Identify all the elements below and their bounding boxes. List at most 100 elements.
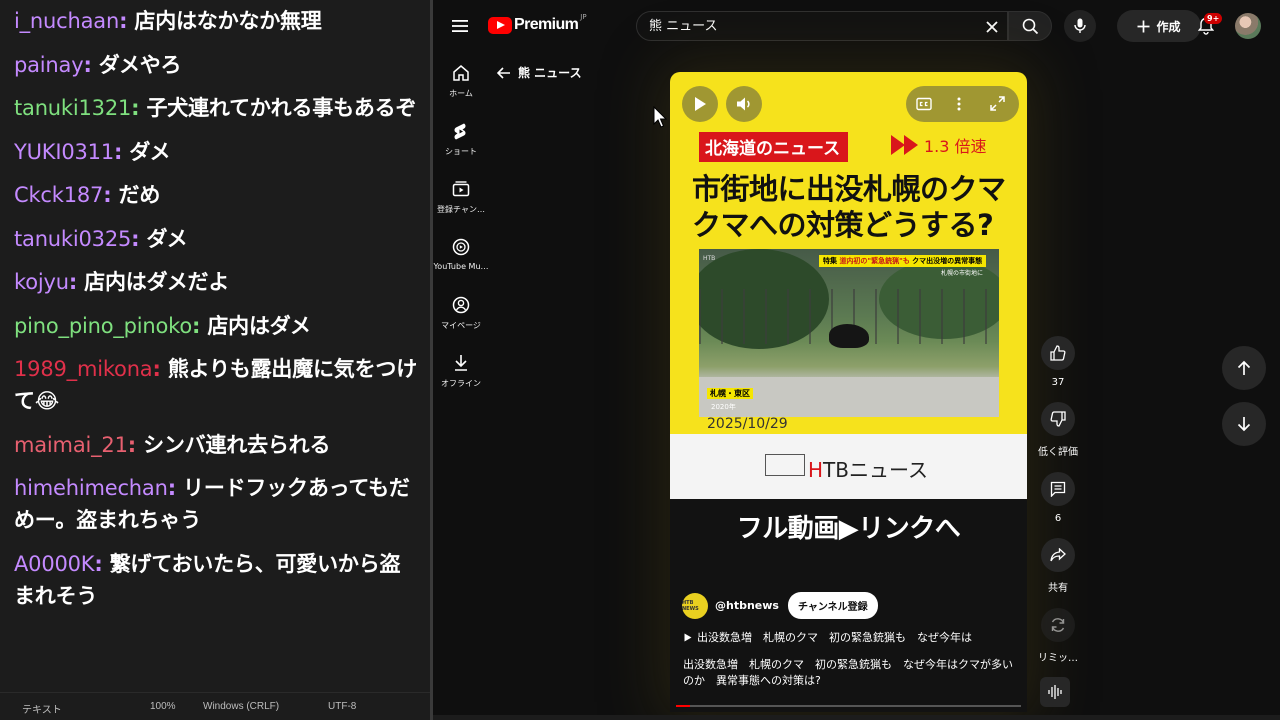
chat-text: ダメ [129,139,171,164]
full-video-overlay-title[interactable]: フル動画▶リンクへ [670,508,1027,545]
notification-count-badge: 9+ [1204,13,1223,24]
subscriptions-icon [452,181,470,197]
chat-username: maimai_21 [14,432,128,457]
more-options-button[interactable] [957,96,961,115]
back-label: 熊 ニュース [518,66,582,80]
channel-avatar[interactable]: HTB NEWS [682,592,708,619]
logo-region: JP [580,13,587,21]
youtube-premium-logo[interactable]: Premium JP [488,13,587,34]
search-input[interactable] [649,17,969,32]
captions-icon [916,97,932,111]
play-button[interactable] [682,86,718,122]
volume-button[interactable] [726,86,762,122]
back-to-search-link[interactable]: 熊 ニュース [497,64,582,81]
like-button[interactable]: 37 [1035,336,1081,388]
chat-username: kojyu [14,270,69,294]
chat-message: pino_pino_pinoko: 店内はダメ [14,310,419,342]
search-button[interactable] [1008,11,1052,41]
photo-caption-red: 道内初の"緊急銃猟"も [839,257,910,265]
chat-log-window: i_nuchaan: 店内はなかなか無理 painay: ダメやろ tanuki13… [0,0,432,720]
chat-username: painay [14,52,84,77]
notifications-button[interactable]: 9+ [1190,10,1223,42]
menu-button[interactable] [445,12,475,40]
subscribe-button[interactable]: チャンネル登録 [787,592,878,619]
close-icon [986,21,998,33]
status-encoding[interactable]: UTF-8 [328,701,356,712]
mouse-cursor-icon [653,106,667,128]
profile-icon [452,296,470,314]
chat-message: maimai_21: シンバ連れ去られる [14,429,419,461]
nav-label: ショート [445,147,477,156]
plus-icon [1137,20,1150,32]
fullscreen-button[interactable] [990,96,1005,115]
play-icon [695,97,706,111]
previous-short-button[interactable] [1222,346,1266,390]
player-settings-group [906,86,1019,122]
chat-message: himehimechan: リードフックあってもだめー。盗まれちゃう [14,472,419,536]
chat-text: 店内はダメ [207,313,311,338]
download-icon [455,355,467,371]
news-tag: 北海道のニュース [699,132,849,162]
mini-guide: ホーム ショート 登録チャン… YouTube Mu… マイページ オフライン [433,58,489,406]
youtube-window: Premium JP 作成 9+ ホーム ショート 登録チャン… [433,0,1280,715]
photo-location: 札幌・東区 [707,388,753,399]
related-video-link[interactable]: 出没数急増 札幌のクマ 初の緊急銃猟も なぜ今年は [684,629,972,645]
share-label: 共有 [1048,583,1068,594]
photo-caption-rest: クマ出没増の異常事態 [912,257,983,265]
chat-username: pino_pino_pinoko [14,313,193,338]
short-video-player[interactable]: 北海道のニュース 1.3 倍速 市街地に出没札幌のクマ クマへの対策どうする? … [670,72,1027,712]
chat-message: kojyu: 店内はダメだよ [14,266,419,298]
remix-circle [1041,608,1075,642]
progress-bar[interactable] [676,705,1021,707]
chat-message: painay: ダメやろ [14,49,419,81]
voice-search-button[interactable] [1064,10,1096,42]
share-button[interactable]: 共有 [1035,538,1081,594]
comments-circle [1041,472,1075,506]
status-mode: テキスト [22,705,62,716]
captions-button[interactable] [916,96,932,115]
chat-message: tanuki1321: 子犬連れてかれる事もあるぞ [14,92,419,124]
chat-separator: : [152,357,161,381]
chat-separator: : [192,313,201,338]
like-count: 37 [1051,377,1065,388]
comments-button[interactable]: 6 [1035,472,1081,524]
status-line-ending[interactable]: Windows (CRLF) [203,701,279,712]
action-rail: 37 低く評価 6 共有 リミッ… [1035,336,1081,678]
arrow-up-icon [1237,360,1251,375]
clear-search-button[interactable] [981,16,1003,38]
next-short-button[interactable] [1222,402,1266,446]
chat-text: シンバ連れ去られる [143,432,331,457]
nav-item-shorts[interactable]: ショート [433,116,489,174]
nav-item-subscriptions[interactable]: 登録チャン… [433,174,489,232]
chat-message-list: i_nuchaan: 店内はなかなか無理 painay: ダメやろ tanuki13… [0,0,432,623]
nav-label: オフライン [441,379,481,388]
sound-button[interactable] [1040,677,1070,707]
chat-username: i_nuchaan [14,9,120,33]
share-icon [1050,548,1066,562]
nav-item-home[interactable]: ホーム [433,58,489,116]
dislike-button[interactable]: 低く評価 [1035,402,1081,458]
remix-button[interactable]: リミッ… [1035,608,1081,664]
htb-news-banner: HTBニュース [670,434,1027,499]
photo-year: 2020年 [711,403,736,411]
channel-name[interactable]: @htbnews [715,599,779,612]
headline-line-2: クマへの対策どうする? [692,208,994,242]
chat-message: A0000K: 繋げておいたら、可愛いから盗まれそう [14,548,419,612]
htb-logo-box [765,454,805,476]
nav-item-my-page[interactable]: マイページ [433,290,489,348]
nav-item-offline[interactable]: オフライン [433,348,489,406]
youtube-play-logo-icon [488,16,512,34]
remix-label: リミッ… [1038,653,1078,664]
create-button[interactable]: 作成 [1117,10,1201,42]
chat-separator: : [94,551,103,576]
short-description[interactable]: 出没数急増 札幌のクマ 初の緊急銃猟も なぜ今年はクマが多いのか 異常事態への対… [683,657,1018,689]
nav-item-youtube-music[interactable]: YouTube Mu… [433,232,489,290]
status-zoom[interactable]: 100% [150,701,176,712]
hamburger-icon [452,20,468,32]
avatar[interactable] [1235,13,1261,39]
chat-message: tanuki0325: ダメ [14,223,419,255]
window-bottom-edge [433,715,1280,720]
chat-separator: : [127,432,136,457]
chat-text: 子犬連れてかれる事もあるぞ [146,96,417,120]
thumbs-down-icon [1050,411,1066,427]
